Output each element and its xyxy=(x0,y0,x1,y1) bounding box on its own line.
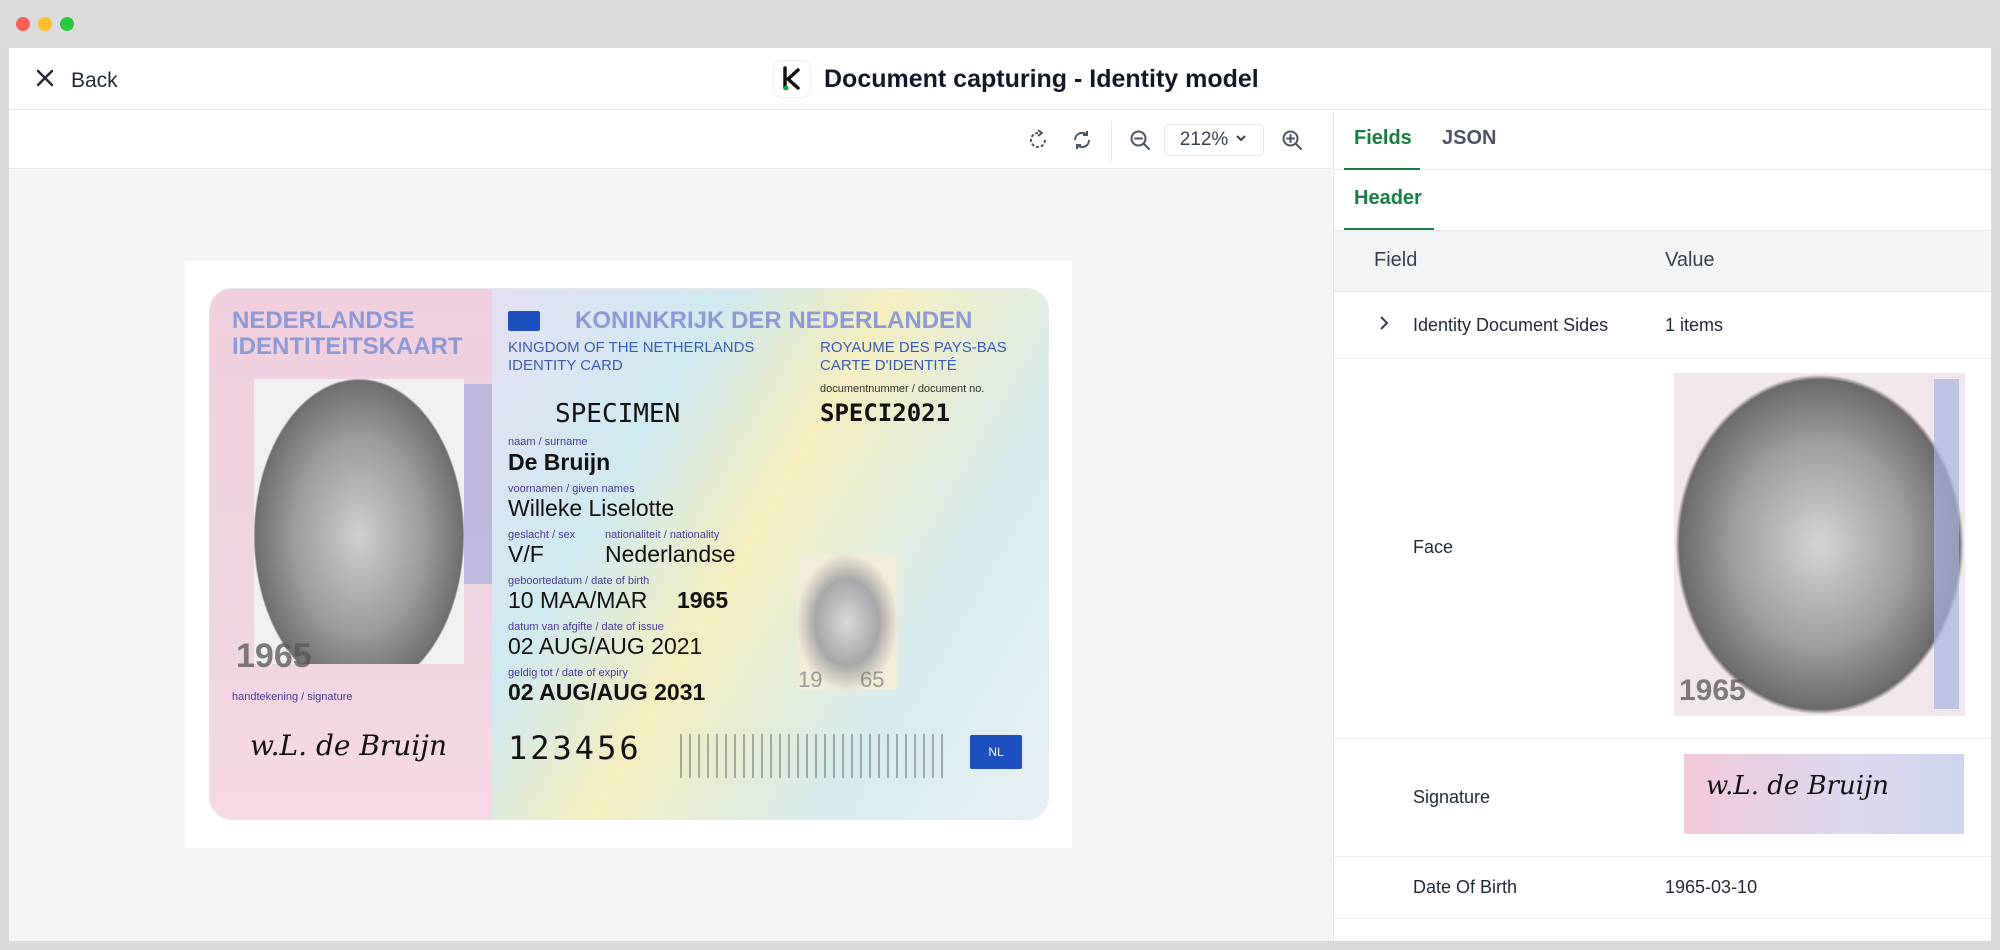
toolbar-divider xyxy=(1111,121,1112,161)
viewer-toolbar: 212% xyxy=(9,111,1332,169)
table-row[interactable]: Identity Document Sides 1 items xyxy=(1334,292,1991,359)
maximize-window-button[interactable] xyxy=(60,17,74,31)
document-image: 1965 NEDERLANDSE IDENTITEITSKAART KONINK… xyxy=(185,261,1072,848)
card-laser-pattern xyxy=(680,734,950,778)
zoom-select[interactable]: 212% xyxy=(1164,124,1264,156)
table-row: Date Of Birth 1965-03-10 xyxy=(1334,857,1991,919)
card-signature-label: handtekening / signature xyxy=(232,691,353,703)
card-issue: 02 AUG/AUG 2021 xyxy=(508,633,703,659)
table-header: Field Value xyxy=(1334,231,1991,292)
zoom-out-icon[interactable] xyxy=(1125,125,1155,155)
card-kingdom-fr-1: ROYAUME DES PAYS-BAS xyxy=(820,339,1007,356)
window-titlebar xyxy=(0,0,2000,48)
field-value: 1965-03-10 xyxy=(1665,877,1758,897)
card-dob-label: geboortedatum / date of birth xyxy=(508,575,650,587)
rotate-icon[interactable] xyxy=(1023,125,1053,155)
field-name: Date Of Birth xyxy=(1413,877,1518,897)
face-crop-strip xyxy=(1934,379,1959,709)
column-header-value: Value xyxy=(1665,249,1715,271)
fields-panel: Fields JSON Header Field Value Identity … xyxy=(1333,111,1991,941)
card-surname: De Bruijn xyxy=(508,449,611,475)
card-given: Willeke Liselotte xyxy=(508,495,675,521)
tab-fields[interactable]: Fields xyxy=(1354,127,1412,150)
zoom-in-icon[interactable] xyxy=(1277,125,1307,155)
card-sex-label: geslacht / sex xyxy=(508,529,576,541)
close-icon xyxy=(35,68,55,94)
face-crop-year: 1965 xyxy=(1679,674,1746,707)
app-window: Back Document capturing - Identity model… xyxy=(9,48,1991,941)
back-button[interactable]: Back xyxy=(35,68,118,94)
card-kingdom-en-2: IDENTITY CARD xyxy=(508,357,623,374)
card-nationality: Nederlandse xyxy=(605,541,736,567)
identity-card: 1965 NEDERLANDSE IDENTITEITSKAART KONINK… xyxy=(210,289,1048,819)
close-window-button[interactable] xyxy=(16,17,30,31)
card-issue-label: datum van afgifte / date of issue xyxy=(508,621,664,633)
card-kingdom: KONINKRIJK DER NEDERLANDEN xyxy=(575,307,973,334)
card-dob-year: 1965 xyxy=(677,587,729,613)
table-row: Face 1965 xyxy=(1334,359,1991,739)
card-expiry: 02 AUG/AUG 2031 xyxy=(508,679,706,705)
chevron-right-icon[interactable] xyxy=(1377,314,1391,337)
active-subtab-indicator xyxy=(1344,228,1434,230)
card-number: 123456 xyxy=(508,729,642,767)
card-header-nl-1: NEDERLANDSE xyxy=(232,307,415,334)
card-sex: V/F xyxy=(508,541,544,567)
card-mini-year-2: 65 xyxy=(860,667,885,692)
card-chip-icon xyxy=(508,311,540,331)
reset-icon[interactable] xyxy=(1067,125,1097,155)
card-mini-year-1: 19 xyxy=(798,667,823,692)
field-value: 1 items xyxy=(1665,315,1724,335)
field-name: Signature xyxy=(1413,787,1491,807)
card-kingdom-fr-2: CARTE D'IDENTITÉ xyxy=(820,357,957,374)
card-specimen: SPECIMEN xyxy=(555,399,681,429)
tab-json[interactable]: JSON xyxy=(1442,127,1496,150)
card-nationality-label: nationaliteit / nationality xyxy=(605,529,720,541)
field-name: Face xyxy=(1413,537,1454,557)
card-portrait-year: 1965 xyxy=(236,637,312,675)
face-crop-image xyxy=(1674,373,1965,716)
app-logo-icon xyxy=(774,61,810,97)
card-expiry-label: geldig tot / date of expiry xyxy=(508,667,628,679)
card-surname-label: naam / surname xyxy=(508,436,588,448)
page-title: Document capturing - Identity model xyxy=(824,64,1259,93)
page-header: Document capturing - Identity model xyxy=(774,61,1259,97)
signature-crop-text: w.L. de Bruijn xyxy=(1706,771,1889,801)
back-label: Back xyxy=(71,69,118,92)
panel-tabs: Fields JSON xyxy=(1334,111,1991,170)
field-name: Identity Document Sides xyxy=(1413,315,1609,335)
card-header-nl-2: IDENTITEITSKAART xyxy=(232,333,463,360)
card-eu-flag: NL xyxy=(970,735,1022,769)
tab-header[interactable]: Header xyxy=(1354,187,1422,210)
table-row: Signature w.L. de Bruijn xyxy=(1334,739,1991,857)
panel-subtabs: Header xyxy=(1334,170,1991,231)
column-header-field: Field xyxy=(1374,249,1418,271)
document-viewer: 212% 1965 NEDERLANDSE IDENTITEITSKAART K… xyxy=(9,111,1332,941)
card-docnum-label: documentnummer / document no. xyxy=(820,383,985,395)
card-docnum: SPECI2021 xyxy=(820,399,951,427)
document-canvas[interactable]: 1965 NEDERLANDSE IDENTITEITSKAART KONINK… xyxy=(9,170,1332,941)
minimize-window-button[interactable] xyxy=(38,17,52,31)
card-given-label: voornamen / given names xyxy=(508,483,635,495)
chevron-down-icon xyxy=(1234,129,1248,151)
card-signature: w.L. de Bruijn xyxy=(250,729,447,762)
card-portrait xyxy=(254,379,464,664)
card-kingdom-en-1: KINGDOM OF THE NETHERLANDS xyxy=(508,339,755,356)
top-bar: Back Document capturing - Identity model xyxy=(9,48,1991,110)
zoom-value: 212% xyxy=(1179,129,1229,150)
card-dob: 10 MAA/MAR xyxy=(508,587,648,613)
